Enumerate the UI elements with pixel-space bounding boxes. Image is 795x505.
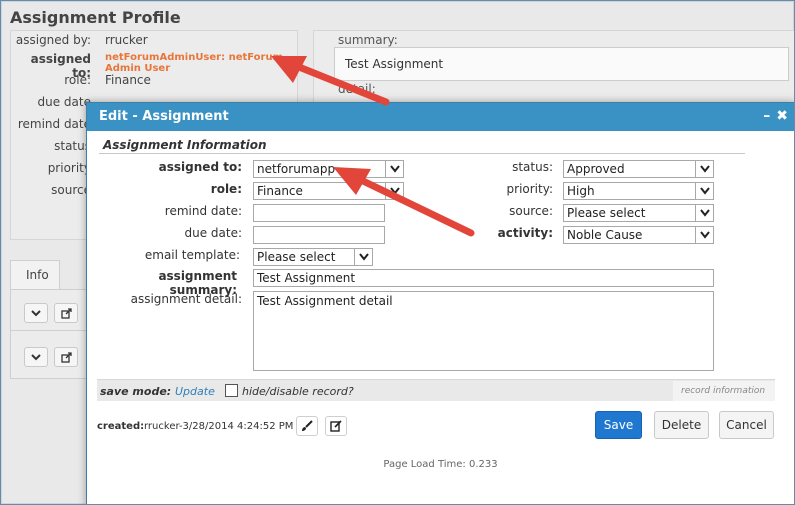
assigned-to-select[interactable]: netforumapp xyxy=(253,160,404,178)
page-title: Assignment Profile xyxy=(10,8,181,27)
save-mode-bar: save mode: Update hide/disable record? r… xyxy=(97,379,775,401)
dialog-title: Edit - Assignment xyxy=(99,109,229,124)
created-label: created: xyxy=(97,421,145,432)
due-date-label: due date xyxy=(37,95,91,109)
summary-value: Test Assignment xyxy=(334,47,789,81)
save-mode-link[interactable]: Update xyxy=(175,385,215,398)
status-label: status xyxy=(54,139,91,153)
remind-date-label: remind date: xyxy=(164,204,242,218)
window-frame: Assignment Profile assigned by: rrucker … xyxy=(0,0,795,505)
brush-button[interactable] xyxy=(296,416,318,436)
chevron-down-icon xyxy=(31,309,41,316)
email-template-select[interactable]: Please select xyxy=(253,248,373,266)
priority-label: priority xyxy=(47,161,91,175)
edit-button[interactable] xyxy=(325,416,347,436)
summary-label: summary: xyxy=(338,33,398,47)
assigned-to-value: netforumapp xyxy=(257,162,336,176)
status-value: Approved xyxy=(567,162,625,176)
activity-value: Noble Cause xyxy=(567,228,643,242)
activity-label: activity: xyxy=(497,226,553,240)
assignment-detail-label: assignment detail: xyxy=(130,292,242,306)
external-link-icon xyxy=(60,307,72,319)
source-select[interactable]: Please select xyxy=(563,204,714,222)
detail-label: detail: xyxy=(338,82,376,96)
section-title: Assignment Information xyxy=(99,138,745,154)
priority-label: priority: xyxy=(506,182,553,196)
role-value: Finance xyxy=(105,73,151,87)
close-icon[interactable]: ✖ xyxy=(776,108,788,124)
divider xyxy=(11,330,87,331)
role-label: role: xyxy=(64,73,91,87)
chevron-down-icon[interactable] xyxy=(695,183,713,199)
cancel-button[interactable]: Cancel xyxy=(719,411,774,439)
source-label: source: xyxy=(509,204,553,218)
brush-icon xyxy=(302,420,313,431)
expand-button[interactable] xyxy=(24,303,48,323)
chevron-down-icon xyxy=(31,353,41,360)
chevron-down-icon[interactable] xyxy=(695,227,713,243)
assignment-summary-field[interactable]: Test Assignment xyxy=(253,269,714,287)
activity-select[interactable]: Noble Cause xyxy=(563,226,714,244)
email-template-value: Please select xyxy=(257,250,336,264)
save-mode-label: save mode: xyxy=(100,385,172,398)
delete-button[interactable]: Delete xyxy=(654,411,709,439)
dialog-titlebar[interactable]: Edit - Assignment – ✖ xyxy=(87,103,794,131)
source-value: Please select xyxy=(567,206,646,220)
page-load-time: Page Load Time: 0.233 xyxy=(383,459,498,470)
remind-date-label: remind date xyxy=(17,117,91,131)
hide-record-label: hide/disable record? xyxy=(242,385,354,398)
chevron-down-icon[interactable] xyxy=(385,161,403,177)
chevron-down-icon[interactable] xyxy=(385,183,403,199)
expand-button[interactable] xyxy=(24,347,48,367)
email-template-label: email template: xyxy=(144,248,240,262)
role-label: role: xyxy=(210,182,242,196)
assignment-detail-textarea[interactable]: Test Assignment detail xyxy=(253,291,714,371)
role-value: Finance xyxy=(257,184,303,198)
open-button[interactable] xyxy=(54,303,78,323)
remind-date-field[interactable] xyxy=(253,204,385,222)
assigned-to-value[interactable]: netForumAdminUser: netForum Admin User xyxy=(105,52,285,74)
due-date-label: due date: xyxy=(184,226,242,240)
priority-select[interactable]: High xyxy=(563,182,714,200)
minimize-icon[interactable]: – xyxy=(763,108,770,124)
tab-info[interactable]: Info xyxy=(10,260,60,289)
profile-right-panel: summary: Test Assignment detail: xyxy=(313,30,794,112)
open-button[interactable] xyxy=(54,347,78,367)
chevron-down-icon[interactable] xyxy=(695,161,713,177)
save-button[interactable]: Save xyxy=(595,411,642,439)
chevron-down-icon[interactable] xyxy=(354,249,372,265)
external-link-icon xyxy=(60,351,72,363)
assigned-by-value: rrucker xyxy=(105,33,148,47)
hide-record-checkbox[interactable] xyxy=(225,384,238,397)
info-tab-panel xyxy=(10,289,88,379)
status-select[interactable]: Approved xyxy=(563,160,714,178)
role-select[interactable]: Finance xyxy=(253,182,404,200)
priority-value: High xyxy=(567,184,595,198)
edit-assignment-dialog: Edit - Assignment – ✖ Assignment Informa… xyxy=(86,102,794,504)
created-value: rrucker-3/28/2014 4:24:52 PM xyxy=(144,421,294,432)
status-label: status: xyxy=(512,160,553,174)
edit-icon xyxy=(330,420,342,432)
chevron-down-icon[interactable] xyxy=(695,205,713,221)
record-information-link[interactable]: record information xyxy=(673,381,775,401)
source-label: source xyxy=(51,183,91,197)
assigned-to-label: assigned to: xyxy=(158,160,242,174)
due-date-field[interactable] xyxy=(253,226,385,244)
assigned-by-label: assigned by: xyxy=(15,33,91,47)
